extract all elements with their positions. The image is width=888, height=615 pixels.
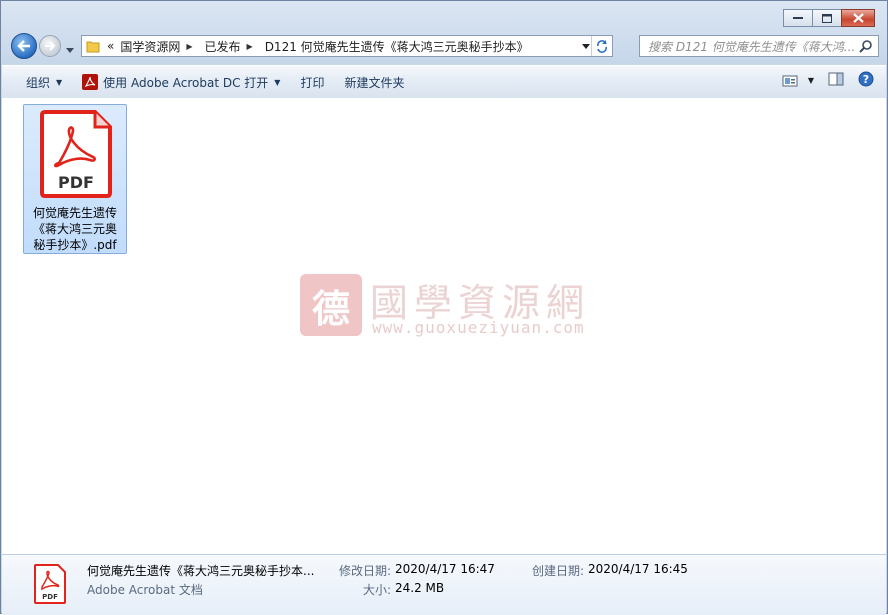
chevron-down-icon (66, 48, 74, 53)
created-value: 2020/4/17 16:45 (588, 562, 688, 576)
new-folder-label: 新建文件夹 (344, 75, 405, 90)
acrobat-icon (82, 74, 99, 90)
details-file-type: Adobe Acrobat 文档 (87, 583, 203, 597)
folder-icon (82, 36, 104, 56)
file-item-pdf[interactable]: PDF 何觉庵先生遗传 《蒋大鸿三元奥 秘手抄本》.pdf (23, 104, 127, 254)
pdf-icon-label: PDF (42, 593, 58, 601)
forward-button[interactable] (39, 35, 61, 57)
chevron-down-icon: ▼ (56, 77, 63, 87)
maximize-icon (822, 13, 832, 23)
preview-pane-button[interactable] (828, 72, 844, 89)
chevron-down-icon (582, 43, 590, 49)
arrow-left-icon (17, 40, 30, 52)
arrow-right-icon (45, 41, 56, 51)
search-input[interactable]: 搜索 D121 何觉庵先生遗传《蒋大鸿... (639, 35, 879, 57)
file-name: 何觉庵先生遗传 《蒋大鸿三元奥 秘手抄本》.pdf (24, 205, 126, 253)
address-bar[interactable]: « 国学资源网 ▶ 已发布 ▶ D121 何觉庵先生遗传《蒋大鸿三元奥秘手抄本》 (81, 35, 613, 57)
print-label: 打印 (300, 75, 325, 90)
recent-pages-dropdown[interactable] (66, 42, 74, 56)
close-icon (852, 13, 864, 23)
svg-text:?: ? (863, 73, 869, 86)
new-folder-button[interactable]: 新建文件夹 (334, 70, 414, 94)
details-file-name: 何觉庵先生遗传《蒋大鸿三元奥秘手抄本... (87, 564, 315, 578)
pdf-icon-label: PDF (58, 173, 94, 192)
command-bar: 组织 ▼ 使用 Adobe Acrobat DC 打开 ▼ 打印 新建文件夹 ▼… (2, 65, 886, 99)
watermark: 德 國學資源網 www.guoxueziyuan.com (300, 274, 600, 344)
chevron-down-icon: ▼ (274, 77, 281, 87)
breadcrumb-item-current[interactable]: D121 何觉庵先生遗传《蒋大鸿三元奥秘手抄本》 (262, 36, 532, 56)
navigation-bar: « 国学资源网 ▶ 已发布 ▶ D121 何觉庵先生遗传《蒋大鸿三元奥秘手抄本》 搜… (9, 32, 879, 62)
caption-buttons (783, 9, 875, 27)
file-list-pane[interactable]: PDF 何觉庵先生遗传 《蒋大鸿三元奥 秘手抄本》.pdf 德 國學資源網 ww… (2, 98, 886, 554)
chevron-right-icon[interactable]: ▶ (186, 42, 192, 51)
file-name-line: 何觉庵先生遗传 (32, 206, 117, 220)
change-view-button[interactable]: ▼ (782, 74, 814, 88)
organize-label: 组织 (26, 75, 51, 90)
breadcrumb-item-guoxue[interactable]: 国学资源网 ▶ (117, 36, 201, 56)
watermark-logo: 德 (300, 274, 362, 336)
chevron-right-icon[interactable]: ▶ (247, 42, 253, 51)
details-pane: PDF 何觉庵先生遗传《蒋大鸿三元奥秘手抄本... Adobe Acrobat … (2, 554, 886, 615)
pdf-file-icon: PDF (40, 110, 112, 198)
refresh-button[interactable] (591, 36, 612, 56)
size-value: 24.2 MB (395, 581, 445, 595)
print-button[interactable]: 打印 (290, 70, 334, 94)
help-icon: ? (858, 71, 874, 87)
view-icon (782, 75, 798, 86)
breadcrumb-overflow[interactable]: « (104, 36, 117, 56)
breadcrumb-label: 已发布 (204, 39, 241, 54)
help-button[interactable]: ? (858, 71, 874, 90)
file-name-line: 秘手抄本》.pdf (33, 238, 117, 252)
explorer-window: « 国学资源网 ▶ 已发布 ▶ D121 何觉庵先生遗传《蒋大鸿三元奥秘手抄本》 搜… (0, 0, 888, 615)
breadcrumb-label: 国学资源网 (120, 39, 181, 54)
modified-value: 2020/4/17 16:47 (395, 562, 495, 576)
open-with-button[interactable]: 使用 Adobe Acrobat DC 打开 ▼ (72, 70, 290, 94)
refresh-icon (597, 40, 607, 53)
modified-label: 修改日期: (339, 564, 392, 578)
search-icon[interactable] (859, 39, 873, 53)
pdf-file-icon: PDF (34, 564, 66, 604)
breadcrumb-item-published[interactable]: 已发布 ▶ (202, 36, 262, 56)
breadcrumb-label: D121 何觉庵先生遗传《蒋大鸿三元奥秘手抄本》 (264, 39, 529, 54)
minimize-icon (793, 17, 803, 19)
search-placeholder: 搜索 D121 何觉庵先生遗传《蒋大鸿... (648, 39, 856, 54)
watermark-url: www.guoxueziyuan.com (372, 318, 585, 337)
preview-pane-icon (828, 72, 844, 86)
organize-button[interactable]: 组织 ▼ (16, 70, 72, 94)
chevron-down-icon: ▼ (807, 76, 814, 85)
close-button[interactable] (841, 9, 875, 27)
toolbar-right: ▼ ? (782, 71, 874, 90)
address-dropdown[interactable] (582, 36, 590, 56)
size-label: 大小: (363, 583, 392, 597)
back-button[interactable] (11, 33, 37, 59)
created-label: 创建日期: (532, 564, 585, 578)
minimize-button[interactable] (783, 9, 813, 27)
open-with-label: 使用 Adobe Acrobat DC 打开 (103, 75, 269, 90)
maximize-button[interactable] (812, 9, 842, 27)
file-name-line: 《蒋大鸿三元奥 (32, 222, 117, 236)
